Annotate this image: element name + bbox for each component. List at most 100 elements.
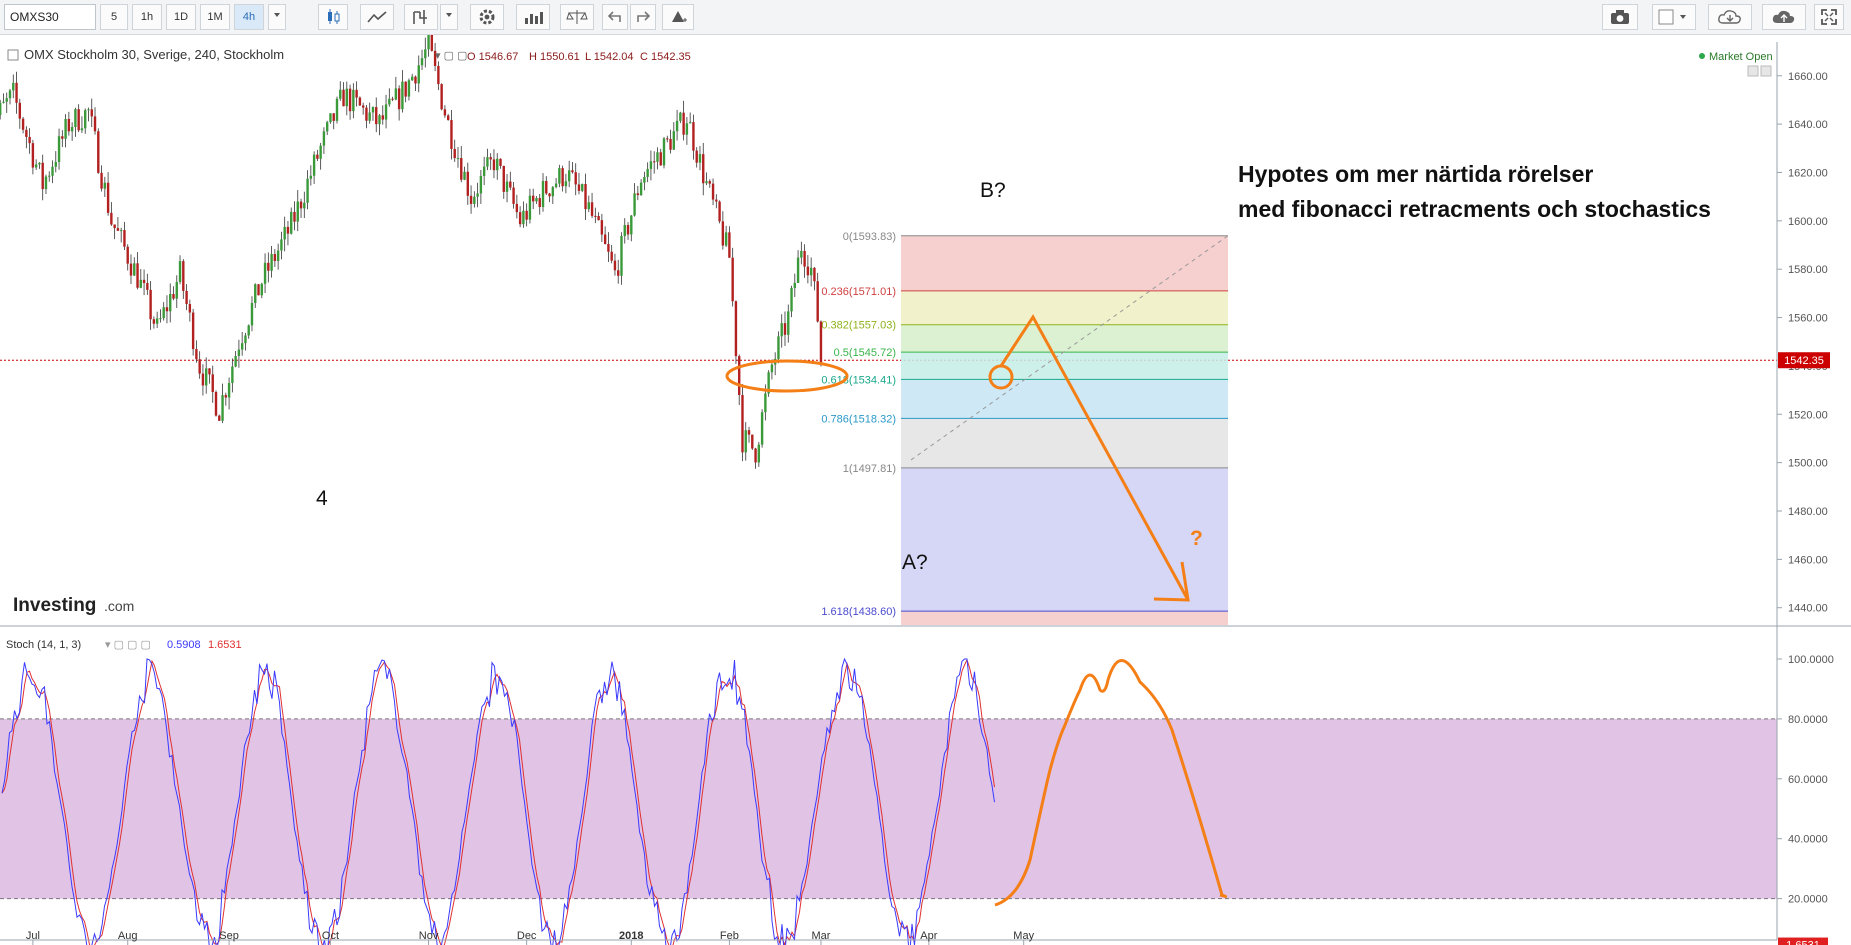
price-candle bbox=[551, 186, 555, 204]
compare-button[interactable] bbox=[560, 4, 594, 30]
candle-body bbox=[126, 246, 129, 264]
candle-body bbox=[358, 97, 362, 106]
fib-level-label: 1(1497.81) bbox=[843, 463, 896, 475]
candle-body bbox=[306, 178, 309, 203]
color-picker-button[interactable] bbox=[1652, 4, 1696, 30]
candle-body bbox=[342, 89, 345, 107]
candle-style-button[interactable] bbox=[318, 4, 348, 30]
candle-body bbox=[365, 107, 368, 121]
line-chart-icon bbox=[367, 11, 387, 23]
price-candle bbox=[276, 243, 280, 270]
scale-toggle-icon[interactable] bbox=[1760, 65, 1772, 77]
chart-toolbar: OMXS30 5 1h 1D 1M 4h bbox=[0, 0, 1851, 35]
candle-body bbox=[450, 120, 453, 149]
interval-1h-button[interactable]: 1h bbox=[132, 4, 162, 30]
price-candle bbox=[427, 35, 430, 57]
price-candle bbox=[397, 85, 401, 121]
candle-body bbox=[381, 115, 384, 120]
candle-body bbox=[404, 81, 407, 97]
candle-body bbox=[548, 193, 551, 197]
candle-body bbox=[682, 112, 685, 135]
price-candle bbox=[0, 99, 2, 120]
candle-body bbox=[486, 157, 489, 167]
volume-button[interactable] bbox=[516, 4, 550, 30]
candle-body bbox=[211, 374, 214, 392]
price-candle bbox=[64, 114, 67, 148]
chart-legend: OMX Stockholm 30, Sverige, 240, Stockhol… bbox=[7, 47, 1773, 77]
interval-5-button[interactable]: 5 bbox=[100, 4, 128, 30]
price-candle bbox=[486, 148, 489, 171]
indicators-dropdown-button[interactable] bbox=[440, 4, 458, 30]
interval-1d-button[interactable]: 1D bbox=[166, 4, 196, 30]
candle-body bbox=[97, 131, 100, 173]
price-candle bbox=[61, 130, 64, 148]
cloud-load-button[interactable] bbox=[1708, 4, 1752, 30]
collapse-icon[interactable] bbox=[7, 49, 19, 61]
price-candle bbox=[273, 249, 277, 267]
candle-body bbox=[188, 304, 192, 313]
candlestick-icon bbox=[328, 9, 340, 24]
candle-body bbox=[283, 226, 286, 240]
price-candle bbox=[476, 182, 479, 208]
price-candle bbox=[492, 149, 496, 179]
indicators-button[interactable] bbox=[404, 4, 438, 30]
candle-body bbox=[28, 136, 31, 144]
snapshot-button[interactable] bbox=[1602, 4, 1638, 30]
price-candle bbox=[584, 173, 587, 221]
price-candle bbox=[708, 179, 711, 188]
fib-zone bbox=[901, 235, 1228, 291]
stoch-menu-icon[interactable]: ▾ ▢ ▢ ▢ bbox=[105, 639, 151, 651]
candle-body bbox=[299, 201, 303, 209]
price-candle bbox=[244, 332, 247, 351]
candle-body bbox=[397, 88, 401, 110]
candle-body bbox=[205, 368, 208, 386]
undo-button[interactable] bbox=[602, 4, 628, 30]
price-candle bbox=[119, 227, 123, 243]
candle-body bbox=[590, 202, 594, 216]
price-candle bbox=[643, 171, 646, 191]
price-candle bbox=[123, 221, 126, 250]
chart-menu-icon[interactable]: ▾ ▢ ▢ bbox=[435, 50, 467, 62]
line-style-button[interactable] bbox=[360, 4, 394, 30]
price-candle bbox=[172, 286, 175, 301]
interval-4h-button[interactable]: 4h bbox=[234, 4, 264, 30]
price-candle bbox=[339, 81, 342, 101]
candle-body bbox=[162, 307, 165, 319]
price-candle bbox=[57, 128, 61, 170]
price-candle bbox=[224, 392, 228, 406]
alert-button[interactable] bbox=[662, 4, 694, 30]
candle-body bbox=[335, 98, 339, 121]
redo-button[interactable] bbox=[630, 4, 656, 30]
candle-body bbox=[728, 232, 731, 258]
price-candle bbox=[208, 368, 211, 384]
scale-toggle-icon[interactable] bbox=[1747, 65, 1759, 77]
candle-body bbox=[169, 294, 172, 312]
candle-body bbox=[2, 101, 5, 103]
candle-body bbox=[129, 263, 133, 276]
candle-body bbox=[411, 76, 414, 81]
symbol-input[interactable]: OMXS30 bbox=[4, 4, 96, 30]
candle-body bbox=[139, 279, 142, 288]
price-candle bbox=[496, 153, 499, 180]
price-chart[interactable]: 0(1593.83) 0.236(1571.01) 0.382(1557.03) 0.… bbox=[0, 35, 1851, 945]
candle-body bbox=[724, 232, 728, 246]
price-candle bbox=[378, 114, 381, 136]
candle-body bbox=[734, 301, 738, 357]
fullscreen-button[interactable] bbox=[1814, 4, 1844, 30]
price-candle bbox=[541, 173, 545, 212]
price-candle bbox=[361, 102, 365, 115]
interval-1m-button[interactable]: 1M bbox=[200, 4, 230, 30]
candle-body bbox=[218, 415, 221, 421]
settings-button[interactable] bbox=[470, 4, 504, 30]
price-candle bbox=[662, 137, 666, 169]
price-candle bbox=[515, 194, 519, 219]
price-candle bbox=[463, 166, 466, 181]
price-candle bbox=[773, 352, 777, 376]
cloud-save-button[interactable] bbox=[1762, 4, 1806, 30]
price-candle bbox=[574, 163, 577, 196]
price-candle bbox=[603, 226, 607, 245]
price-candle bbox=[293, 201, 296, 231]
interval-dropdown-button[interactable] bbox=[268, 4, 286, 30]
price-candle bbox=[312, 151, 316, 185]
price-candle bbox=[345, 81, 349, 116]
